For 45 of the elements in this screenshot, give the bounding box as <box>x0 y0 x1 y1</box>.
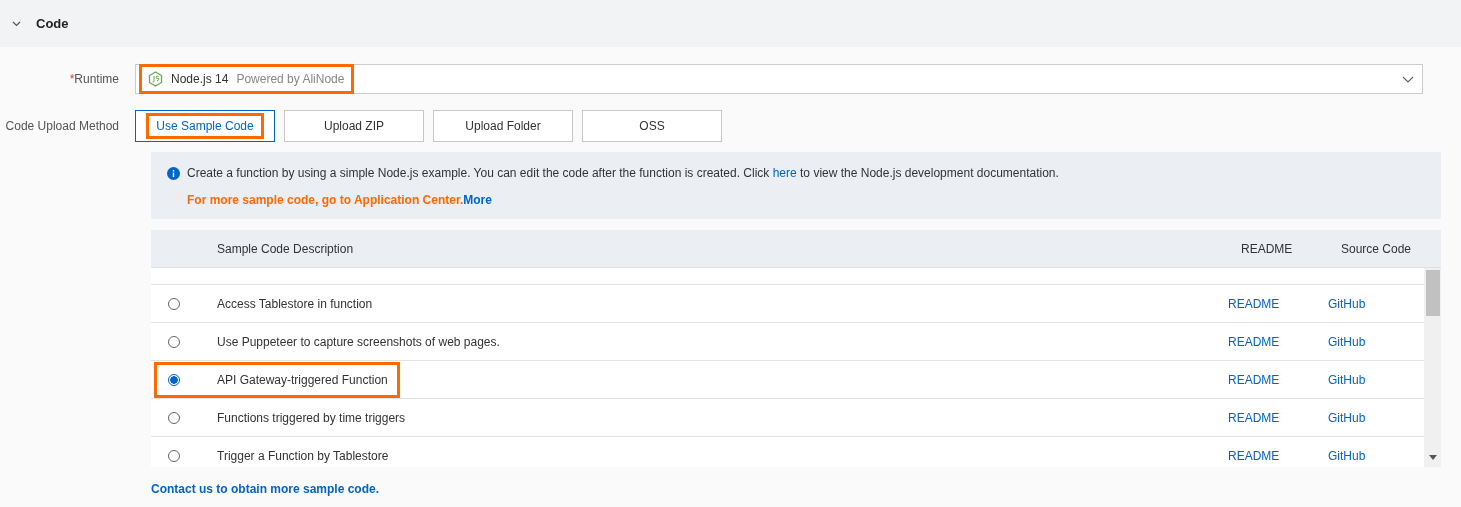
upload-option[interactable]: OSS <box>582 110 722 142</box>
github-link[interactable]: GitHub <box>1328 334 1366 349</box>
table-cell: Access Tablestore in function <box>217 296 373 311</box>
upload-option[interactable]: Upload Folder <box>433 110 573 142</box>
scrollbar[interactable] <box>1424 268 1441 467</box>
radio-button[interactable] <box>168 373 180 386</box>
readme-link[interactable]: README <box>1228 448 1280 463</box>
github-link[interactable]: GitHub <box>1328 410 1366 425</box>
chevron-down-icon[interactable] <box>12 20 21 27</box>
github-link[interactable]: GitHub <box>1328 296 1366 311</box>
readme-link[interactable]: README <box>1228 296 1280 311</box>
readme-link[interactable]: README <box>1228 334 1280 349</box>
table-cell: API Gateway-triggered Function <box>217 372 388 387</box>
more-link[interactable]: More <box>463 193 492 207</box>
table-cell: Trigger a Function by Tablestore <box>217 448 389 463</box>
runtime-note: Powered by AliNode <box>236 72 345 86</box>
runtime-select[interactable]: Node.js 14 Powered by AliNode <box>135 64 1423 94</box>
scrollbar-thumb[interactable] <box>1425 269 1440 316</box>
scroll-down-icon[interactable] <box>1428 455 1437 460</box>
column-header: Source Code <box>1341 241 1412 256</box>
readme-link[interactable]: README <box>1228 372 1280 387</box>
github-link[interactable]: GitHub <box>1328 372 1366 387</box>
runtime-value: Node.js 14 <box>171 72 229 86</box>
contact-link[interactable]: Contact us to obtain more sample code. <box>151 482 1441 496</box>
upload-option[interactable]: Upload ZIP <box>284 110 424 142</box>
info-text: Create a function by using a simple Node.js example. You can edit the code after the function is created. Click here to view the Node.js development documentation. <box>187 166 1059 180</box>
runtime-label: *Runtime <box>69 72 119 86</box>
table-cell: Functions triggered by time triggers <box>217 410 406 425</box>
nodejs-icon <box>148 71 163 87</box>
column-header: README <box>1241 241 1293 256</box>
radio-button[interactable] <box>168 449 180 462</box>
promo-text: For more sample code, go to Application Center.More <box>187 193 492 207</box>
readme-link[interactable]: README <box>1228 410 1280 425</box>
github-link[interactable]: GitHub <box>1328 448 1366 463</box>
column-header: Sample Code Description <box>217 241 354 256</box>
info-icon <box>167 166 180 180</box>
radio-button[interactable] <box>168 411 180 424</box>
upload-method-label: Code Upload Method <box>5 119 119 133</box>
radio-button[interactable] <box>168 335 180 348</box>
section-title: Code <box>36 16 69 31</box>
upload-option[interactable]: Use Sample Code <box>135 110 275 142</box>
table-cell: Use Puppeteer to capture screenshots of web pages. <box>217 334 500 349</box>
radio-button[interactable] <box>168 297 180 310</box>
chevron-down-icon <box>1402 75 1414 83</box>
docs-link[interactable]: here <box>772 166 797 180</box>
